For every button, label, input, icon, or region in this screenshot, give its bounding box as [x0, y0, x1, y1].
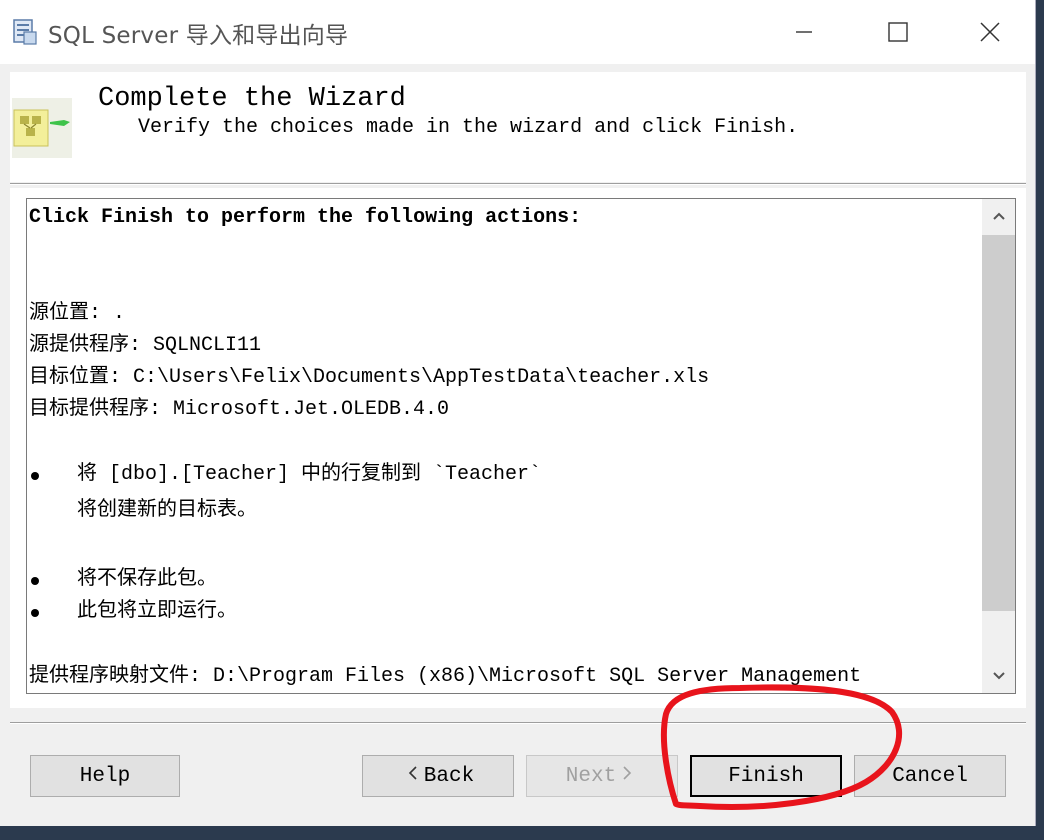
- content-panel: Click Finish to perform the following ac…: [10, 188, 1026, 708]
- scroll-up-button[interactable]: [982, 199, 1015, 233]
- scroll-thumb[interactable]: [982, 235, 1015, 611]
- wizard-title: Complete the Wizard: [98, 84, 406, 114]
- summary-heading: Click Finish to perform the following ac…: [29, 206, 582, 229]
- scroll-down-button[interactable]: [982, 659, 1015, 693]
- bullet-icon: [31, 472, 39, 480]
- list-item: 此包将立即运行。: [29, 597, 237, 627]
- summary-textbox[interactable]: Click Finish to perform the following ac…: [26, 198, 1016, 694]
- window-title: SQL Server 导入和导出向导: [48, 23, 349, 49]
- chevron-right-icon: [622, 765, 632, 788]
- help-button-label: Help: [79, 764, 131, 788]
- title-bar[interactable]: SQL Server 导入和导出向导: [0, 0, 1035, 64]
- wizard-app-icon: [12, 18, 38, 46]
- wizard-subtitle: Verify the choices made in the wizard an…: [138, 116, 799, 139]
- maximize-icon: [888, 22, 908, 42]
- footer-separator: [10, 722, 1026, 724]
- back-button-label: Back: [423, 764, 475, 788]
- finish-button[interactable]: Finish: [690, 755, 842, 797]
- package-not-saved: 将不保存此包。: [77, 568, 217, 591]
- close-icon: [980, 22, 1000, 42]
- list-item: 将不保存此包。: [29, 565, 217, 595]
- minimize-icon: [796, 31, 812, 33]
- next-button[interactable]: Next: [526, 755, 678, 797]
- bullet-icon: [31, 577, 39, 585]
- mapping-file: 提供程序映射文件: D:\Program Files (x86)\Microso…: [29, 665, 862, 688]
- back-button[interactable]: Back: [362, 755, 514, 797]
- cancel-button-label: Cancel: [892, 764, 968, 788]
- wizard-header: Complete the Wizard Verify the choices m…: [10, 72, 1026, 182]
- chevron-up-icon: [992, 212, 1005, 220]
- export-wizard-icon: [12, 98, 72, 158]
- list-item-continuation: 将创建新的目标表。: [29, 496, 257, 526]
- list-item: 将 [dbo].[Teacher] 中的行复制到 `Teacher`: [29, 460, 541, 490]
- vertical-scrollbar[interactable]: [982, 199, 1015, 693]
- next-button-label: Next: [565, 764, 617, 788]
- maximize-button[interactable]: [852, 0, 944, 64]
- bullet-icon: [31, 609, 39, 617]
- source-provider: 源提供程序: SQLNCLI11: [29, 334, 262, 357]
- wizard-window: SQL Server 导入和导出向导 Complete the Wizard V…: [0, 0, 1036, 826]
- target-provider: 目标提供程序: Microsoft.Jet.OLEDB.4.0: [29, 398, 450, 421]
- close-button[interactable]: [944, 0, 1036, 64]
- cancel-button[interactable]: Cancel: [854, 755, 1006, 797]
- copy-rows-action: 将 [dbo].[Teacher] 中的行复制到 `Teacher`: [77, 463, 542, 486]
- finish-button-label: Finish: [728, 764, 804, 788]
- chevron-down-icon: [992, 672, 1005, 680]
- create-table-note: 将创建新的目标表。: [77, 499, 257, 522]
- summary-text-area[interactable]: Click Finish to perform the following ac…: [29, 199, 981, 693]
- chevron-left-icon: [408, 765, 418, 788]
- source-location: 源位置: .: [29, 302, 126, 325]
- help-button[interactable]: Help: [30, 755, 180, 797]
- minimize-button[interactable]: [758, 0, 850, 64]
- package-runs-now: 此包将立即运行。: [77, 600, 237, 623]
- target-location: 目标位置: C:\Users\Felix\Documents\AppTestDa…: [29, 366, 710, 389]
- header-separator: [10, 183, 1026, 185]
